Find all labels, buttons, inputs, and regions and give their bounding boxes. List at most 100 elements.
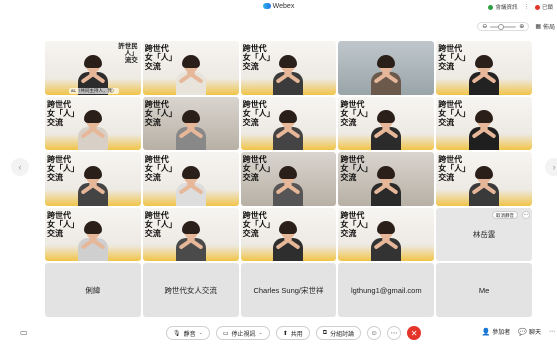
participant-figure bbox=[174, 221, 208, 262]
sign-text: 跨世代 女「人」 交流 bbox=[340, 210, 373, 238]
unmute-button[interactable]: 取消靜音 bbox=[492, 210, 518, 219]
sign-text: 許世民 人」 流交 bbox=[118, 43, 138, 64]
more-icon: ⋯ bbox=[390, 330, 398, 337]
sign-text: 跨世代 女「人」 交流 bbox=[144, 99, 177, 127]
participant-video-tile[interactable]: 許世民 人」 流交 aL（共同主持人，我） bbox=[45, 41, 141, 95]
participant-video-tile[interactable]: 跨世代 女「人」 交流 bbox=[142, 152, 239, 206]
participant-video-tile[interactable]: 跨世代 女「人」 交流 bbox=[142, 41, 239, 95]
stop-video-button[interactable]: ▭ 停止視訊 ⌄ bbox=[215, 326, 270, 340]
participant-video-tile[interactable]: 跨世代 女「人」 交流 bbox=[436, 41, 532, 95]
sign-text: 跨世代 女「人」 交流 bbox=[144, 44, 177, 71]
mute-button[interactable]: 🎙 靜音 ⌄ bbox=[166, 326, 210, 340]
more-icon[interactable]: ⋮ bbox=[523, 4, 529, 10]
sign-text: 跨世代 女「人」 交流 bbox=[242, 99, 275, 127]
more-options-button[interactable]: ⋯ bbox=[387, 326, 402, 340]
participant-video-tile[interactable]: 跨世代 女「人」 交流 bbox=[45, 96, 141, 151]
participant-video-tile[interactable]: 跨世代 女「人」 交流 bbox=[142, 207, 239, 262]
participant-video-tile[interactable]: 跨世代 女「人」 交流 bbox=[436, 152, 532, 206]
participant-figure bbox=[271, 165, 305, 206]
participant-name-tile[interactable]: 林岳霆 取消靜音 ⋯ bbox=[436, 207, 532, 262]
participant-figure bbox=[369, 221, 403, 262]
participant-name-tile[interactable]: 跨世代女人交流 bbox=[142, 263, 239, 317]
chevron-down-icon[interactable]: ⌄ bbox=[259, 330, 263, 336]
stop-video-label: 停止視訊 bbox=[231, 331, 256, 338]
layout-button[interactable]: ▦ 佈局 bbox=[535, 22, 555, 31]
locked-status[interactable]: 已鎖 bbox=[534, 3, 553, 11]
sign-text: 跨世代 女「人」 交流 bbox=[47, 99, 79, 127]
participant-figure bbox=[174, 110, 208, 151]
participant-figure bbox=[369, 54, 403, 95]
more-icon[interactable]: ⋯ bbox=[522, 210, 530, 219]
zoom-knob[interactable] bbox=[498, 23, 505, 30]
participant-figure bbox=[369, 165, 403, 206]
zoom-track[interactable] bbox=[490, 23, 517, 30]
meeting-info-label: 會議資訊 bbox=[495, 5, 518, 11]
sign-text: 跨世代 女「人」 交流 bbox=[144, 155, 177, 183]
participant-name-tile[interactable]: lgthung1@gmail.com bbox=[338, 263, 435, 317]
participant-name-tile[interactable]: 俐緯 bbox=[45, 263, 141, 317]
camera-icon: ▭ bbox=[222, 330, 229, 337]
next-page-button[interactable]: › bbox=[545, 158, 557, 176]
participant-video-tile[interactable]: 跨世代 女「人」 交流 bbox=[240, 207, 337, 262]
participant-name: Charles Sung/宋世祥 bbox=[253, 285, 324, 295]
participant-figure bbox=[76, 165, 110, 206]
end-meeting-button[interactable]: ✕ bbox=[407, 326, 422, 340]
participant-name-tile[interactable]: Me bbox=[436, 263, 532, 317]
zoom-slider[interactable]: ⊖ ⊕ bbox=[477, 22, 530, 31]
participant-video-tile[interactable]: 跨世代 女「人」 交流 bbox=[45, 207, 141, 262]
app-title-text: Webex bbox=[272, 3, 295, 10]
participant-name: 跨世代女人交流 bbox=[164, 285, 217, 295]
meeting-info-button[interactable]: 會議資訊 bbox=[488, 3, 517, 11]
share-button[interactable]: ⬆ 共用 bbox=[275, 326, 310, 340]
participant-video-tile[interactable]: 跨世代 女「人」 交流 bbox=[240, 41, 337, 95]
chevron-down-icon[interactable]: ⌄ bbox=[199, 330, 203, 336]
lock-icon bbox=[534, 5, 540, 11]
sign-text: 跨世代 女「人」 交流 bbox=[242, 210, 275, 238]
participants-button[interactable]: 👤 參加者 bbox=[482, 327, 511, 336]
participant-video-tile[interactable] bbox=[338, 41, 435, 95]
reactions-button[interactable]: ☺ bbox=[367, 326, 382, 340]
participant-figure bbox=[76, 221, 110, 262]
sign-text: 跨世代 女「人」 交流 bbox=[47, 155, 79, 183]
participant-video-tile[interactable]: 跨世代 女「人」 交流 bbox=[338, 207, 435, 262]
share-icon: ⬆ bbox=[282, 330, 288, 337]
captions-icon[interactable]: ▭ bbox=[20, 328, 30, 338]
participant-figure bbox=[174, 54, 208, 95]
participant-video-tile[interactable]: 跨世代 女「人」 交流 bbox=[240, 152, 337, 206]
participant-name-tile[interactable]: Charles Sung/宋世祥 bbox=[240, 263, 337, 317]
prev-page-button[interactable]: ‹ bbox=[11, 158, 29, 176]
webex-logo-icon bbox=[262, 3, 271, 10]
locked-label: 已鎖 bbox=[541, 5, 553, 11]
breakout-icon: ⧉ bbox=[322, 329, 328, 336]
participant-name: lgthung1@gmail.com bbox=[351, 285, 422, 295]
participant-video-tile[interactable]: 跨世代 女「人」 交流 bbox=[338, 152, 435, 206]
participant-video-tile[interactable]: 跨世代 女「人」 交流 bbox=[240, 96, 337, 151]
participant-video-tile[interactable]: 跨世代 女「人」 交流 bbox=[338, 96, 435, 151]
shield-icon bbox=[488, 5, 494, 11]
sign-text: 跨世代 女「人」 交流 bbox=[340, 99, 373, 127]
participant-figure bbox=[271, 54, 305, 95]
close-icon: ✕ bbox=[410, 328, 418, 338]
zoom-out-icon[interactable]: ⊖ bbox=[482, 23, 487, 30]
participant-video-tile[interactable]: 跨世代 女「人」 交流 bbox=[45, 152, 141, 206]
chat-label: 聊天 bbox=[528, 330, 541, 336]
participant-figure bbox=[467, 110, 501, 151]
more-panel-icon[interactable]: ⋯ bbox=[549, 328, 555, 335]
participant-name: 俐緯 bbox=[85, 285, 101, 295]
microphone-icon: 🎙 bbox=[173, 330, 181, 337]
title-bar: Webex 會議資訊 ⋮ 已鎖 bbox=[0, 0, 557, 18]
zoom-in-icon[interactable]: ⊕ bbox=[519, 23, 524, 30]
participant-video-tile[interactable]: 跨世代 女「人」 交流 bbox=[436, 96, 532, 151]
participant-video-tile[interactable]: 跨世代 女「人」 交流 bbox=[142, 96, 239, 151]
sign-text: 跨世代 女「人」 交流 bbox=[242, 44, 275, 71]
video-grid: 許世民 人」 流交 aL（共同主持人，我） 跨世代 女「人」 交流 跨世代 女「人」 … bbox=[45, 41, 532, 317]
sign-text: 跨世代 女「人」 交流 bbox=[438, 99, 471, 127]
participant-figure bbox=[467, 165, 501, 206]
participant-name: Me bbox=[478, 285, 490, 295]
sign-text: 跨世代 女「人」 交流 bbox=[438, 155, 471, 183]
chat-button[interactable]: 💬 聊天 bbox=[518, 327, 541, 336]
participants-label: 參加者 bbox=[492, 330, 511, 336]
sign-text: 跨世代 女「人」 交流 bbox=[242, 155, 275, 183]
chat-icon: 💬 bbox=[518, 329, 527, 336]
breakout-button[interactable]: ⧉ 分組討論 bbox=[315, 326, 362, 340]
